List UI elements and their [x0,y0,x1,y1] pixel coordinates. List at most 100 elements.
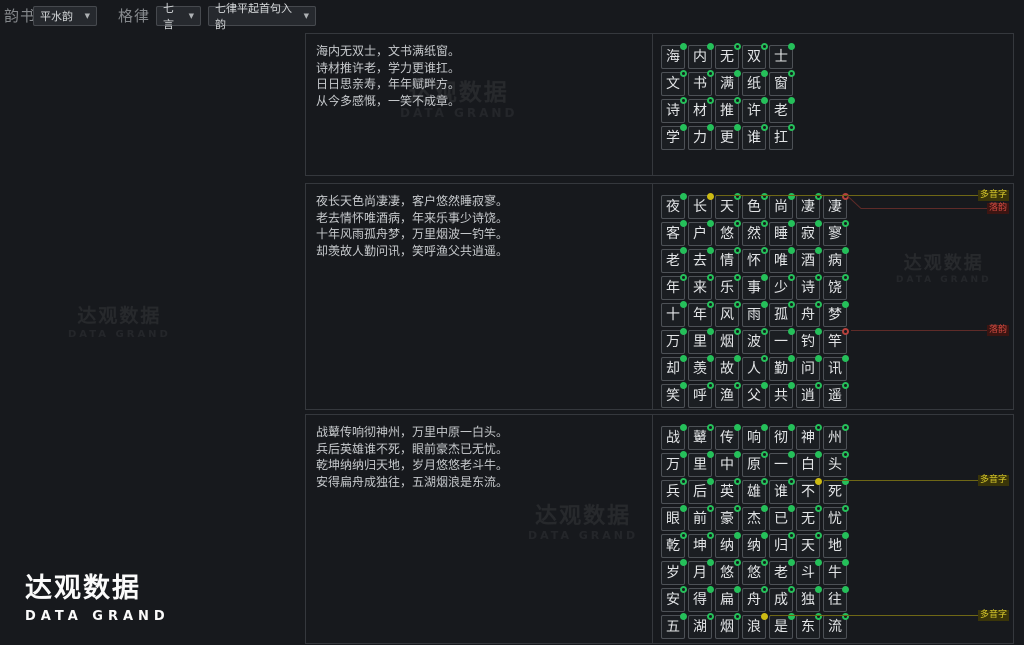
tone-dot [761,586,768,593]
char-glyph: 往 [828,593,842,607]
char-cell: 无 [715,45,739,69]
poem-line: 日日思亲寿，年年赋畔方。 [316,76,642,93]
char-cell: 文 [661,72,685,96]
char-glyph: 纳 [720,539,734,553]
tone-dot [761,355,768,362]
char-glyph: 老 [666,254,680,268]
tone-dot [815,424,822,431]
poem-line: 海内无双士，文书满纸窗。 [316,43,642,60]
char-glyph: 中 [720,458,734,472]
char-cell: 事 [742,276,766,300]
meter-label: 格律 [118,5,150,26]
char-glyph: 悠 [720,566,734,580]
char-cell: 十 [661,303,685,327]
tone-dot [734,478,741,485]
tone-dot [680,70,687,77]
char-cell: 酒 [796,249,820,273]
tone-dot [761,451,768,458]
line-length-select[interactable]: 七言 ▼ [156,6,201,26]
tone-dot [707,613,714,620]
char-glyph: 更 [720,131,734,145]
char-cell: 寥 [823,222,847,246]
char-cell: 凄 [823,195,847,219]
char-glyph: 遥 [828,389,842,403]
char-cell: 里 [688,453,712,477]
char-glyph: 天 [720,200,734,214]
tone-dot [761,328,768,335]
char-glyph: 谁 [774,485,788,499]
tone-dot [761,97,768,104]
char-cell: 得 [688,588,712,612]
char-glyph: 雨 [747,308,761,322]
char-glyph: 去 [693,254,707,268]
char-glyph: 老 [774,566,788,580]
char-glyph: 一 [774,335,788,349]
char-glyph: 梦 [828,308,842,322]
char-cell: 孤 [769,303,793,327]
char-cell: 悠 [742,561,766,585]
char-glyph: 后 [693,485,707,499]
char-cell: 鼙 [688,426,712,450]
char-glyph: 竿 [828,335,842,349]
char-glyph: 扛 [774,131,788,145]
char-glyph: 许 [747,104,761,118]
poem-line: 十年风雨孤舟梦，万里烟波一钓竿。 [316,226,642,243]
char-glyph: 钓 [801,335,815,349]
char-cell: 唯 [769,249,793,273]
tone-dot [680,355,687,362]
char-cell: 月 [688,561,712,585]
polyphone-badge: 多音字 [978,190,1009,201]
char-glyph: 是 [774,620,788,634]
char-cell: 勤 [769,357,793,381]
char-glyph: 鼙 [693,431,707,445]
tone-dot [842,247,849,254]
tone-dot [680,478,687,485]
poem-text: 战鼙传响彻神州，万里中原一白头。兵后英雄谁不死，眼前豪杰已无忧。乾坤纳纳归天地，… [306,415,653,643]
char-glyph: 风 [720,308,734,322]
char-glyph: 纸 [747,77,761,91]
char-glyph: 士 [774,50,788,64]
tone-dot [788,424,795,431]
rhyme-error-badge: 落韵 [987,203,1009,214]
char-glyph: 杰 [747,512,761,526]
grid-row: 安得扁舟成独往 [661,588,1013,612]
tone-dot [680,424,687,431]
char-glyph: 波 [747,335,761,349]
grid-row: 十年风雨孤舟梦 [661,303,1013,327]
polyphone-badge: 多音字 [978,475,1009,486]
char-cell: 不 [796,480,820,504]
char-cell: 少 [769,276,793,300]
char-cell: 战 [661,426,685,450]
meter-pattern-select[interactable]: 七律平起首句入韵 ▼ [208,6,316,26]
char-cell: 传 [715,426,739,450]
char-cell: 波 [742,330,766,354]
rhyme-book-select[interactable]: 平水韵 ▼ [33,6,97,26]
grid-row: 海内无双士 [661,45,1013,69]
poem-card-1: 海内无双士，文书满纸窗。诗材推许老，学力更谁扛。日日思亲寿，年年赋畔方。从今多感… [305,33,1014,176]
poem-text: 夜长天色尚凄凄，客户悠然睡寂寥。老去情怀唯酒病，年来乐事少诗饶。十年风雨孤舟梦，… [306,184,653,409]
char-cell: 独 [796,588,820,612]
char-glyph: 户 [693,227,707,241]
char-cell: 客 [661,222,685,246]
poem-line: 从今多感慨，一笑不成章。 [316,93,642,110]
char-cell: 笑 [661,384,685,408]
char-cell: 悠 [715,561,739,585]
tone-dot [734,328,741,335]
char-cell: 天 [796,534,820,558]
tone-dot [761,43,768,50]
char-glyph: 原 [747,458,761,472]
char-glyph: 兵 [666,485,680,499]
char-glyph: 色 [747,200,761,214]
tone-dot [707,328,714,335]
char-cell: 里 [688,330,712,354]
tone-dot [788,43,795,50]
char-cell: 故 [715,357,739,381]
char-cell: 老 [661,249,685,273]
char-cell: 豪 [715,507,739,531]
char-cell: 来 [688,276,712,300]
poem-card-3: 战鼙传响彻神州，万里中原一白头。兵后英雄谁不死，眼前豪杰已无忧。乾坤纳纳归天地，… [305,414,1014,644]
char-cell: 长 [688,195,712,219]
char-cell: 然 [742,222,766,246]
char-glyph: 唯 [774,254,788,268]
char-cell: 无 [796,507,820,531]
